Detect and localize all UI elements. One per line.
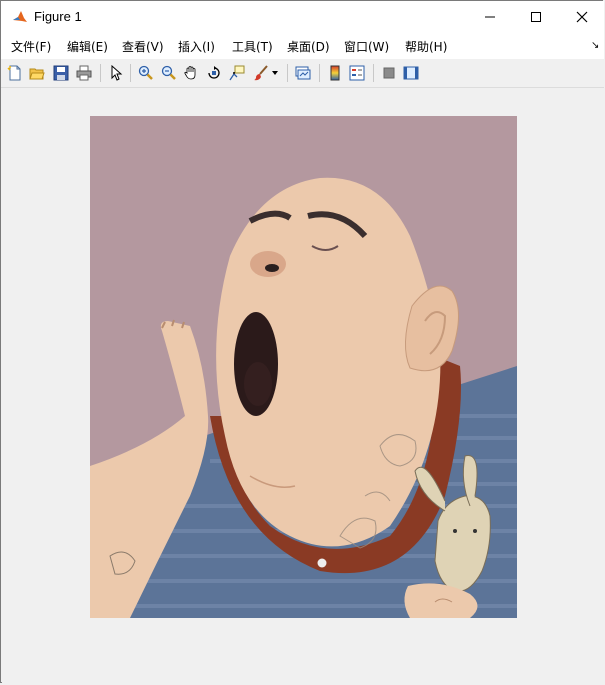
yawning-man-illustration — [90, 116, 517, 618]
menu-view[interactable]: 查看(V) — [122, 38, 164, 55]
data-cursor-button[interactable] — [227, 63, 247, 83]
pan-hand-icon — [184, 66, 196, 80]
brush-dropdown-icon — [272, 71, 278, 75]
menu-tools[interactable]: 工具(T) — [232, 38, 273, 55]
hide-plot-tools-icon — [383, 67, 395, 79]
toolbar — [1, 59, 604, 88]
toolbar-separator — [130, 64, 131, 82]
new-figure-icon — [7, 65, 21, 81]
zoom-out-icon — [161, 65, 176, 80]
zoom-out-button[interactable] — [159, 63, 179, 83]
new-figure-button[interactable] — [5, 63, 25, 83]
matlab-logo-icon — [11, 8, 29, 26]
toolbar-separator — [373, 64, 374, 82]
legend-icon — [349, 65, 365, 81]
menu-insert[interactable]: 插入(I) — [178, 38, 215, 55]
brush-icon — [254, 65, 268, 81]
colorbar-icon — [330, 65, 340, 81]
save-button[interactable] — [51, 63, 71, 83]
menu-help[interactable]: 帮助(H) — [405, 38, 447, 55]
maximize-button[interactable] — [513, 1, 559, 33]
rotate-3d-button[interactable] — [204, 63, 224, 83]
zoom-in-button[interactable] — [136, 63, 156, 83]
hide-plot-tools-button[interactable] — [379, 63, 399, 83]
colorbar-button[interactable] — [325, 63, 345, 83]
pointer-button[interactable] — [106, 63, 126, 83]
menu-file[interactable]: 文件(F) — [11, 38, 51, 55]
figure-window: Figure 1 文件(F) 编辑(E) 查看(V) 插入(I) 工具(T) 桌… — [0, 0, 604, 683]
toolbar-separator — [287, 64, 288, 82]
legend-button[interactable] — [347, 63, 367, 83]
figure-canvas[interactable] — [2, 88, 603, 683]
print-button[interactable] — [74, 63, 94, 83]
rotate-3d-icon — [208, 66, 220, 79]
show-plot-tools-icon — [403, 66, 419, 80]
show-plot-tools-button[interactable] — [401, 63, 421, 83]
close-button[interactable] — [559, 1, 605, 33]
menu-overflow-arrow[interactable]: ↘ — [591, 40, 599, 51]
brush-button[interactable] — [251, 63, 271, 83]
close-icon — [576, 11, 588, 23]
minimize-button[interactable] — [467, 1, 513, 33]
menu-desktop[interactable]: 桌面(D) — [287, 38, 330, 55]
menu-window[interactable]: 窗口(W) — [344, 38, 389, 55]
brush-dropdown-button[interactable] — [269, 63, 281, 83]
menu-edit[interactable]: 编辑(E) — [67, 38, 108, 55]
zoom-in-icon — [138, 65, 153, 80]
pan-button[interactable] — [181, 63, 201, 83]
save-icon — [53, 65, 69, 81]
link-plot-icon — [295, 66, 311, 80]
title-bar[interactable]: Figure 1 — [1, 1, 604, 33]
open-file-button[interactable] — [27, 63, 47, 83]
print-icon — [76, 65, 92, 81]
link-plot-button[interactable] — [293, 63, 313, 83]
menu-bar: 文件(F) 编辑(E) 查看(V) 插入(I) 工具(T) 桌面(D) 窗口(W… — [1, 33, 604, 59]
toolbar-separator — [319, 64, 320, 82]
minimize-icon — [485, 16, 495, 18]
pointer-icon — [111, 65, 123, 81]
maximize-icon — [531, 12, 541, 22]
window-title: Figure 1 — [34, 9, 82, 24]
open-file-icon — [29, 68, 45, 80]
data-cursor-icon — [229, 65, 245, 81]
toolbar-separator — [100, 64, 101, 82]
